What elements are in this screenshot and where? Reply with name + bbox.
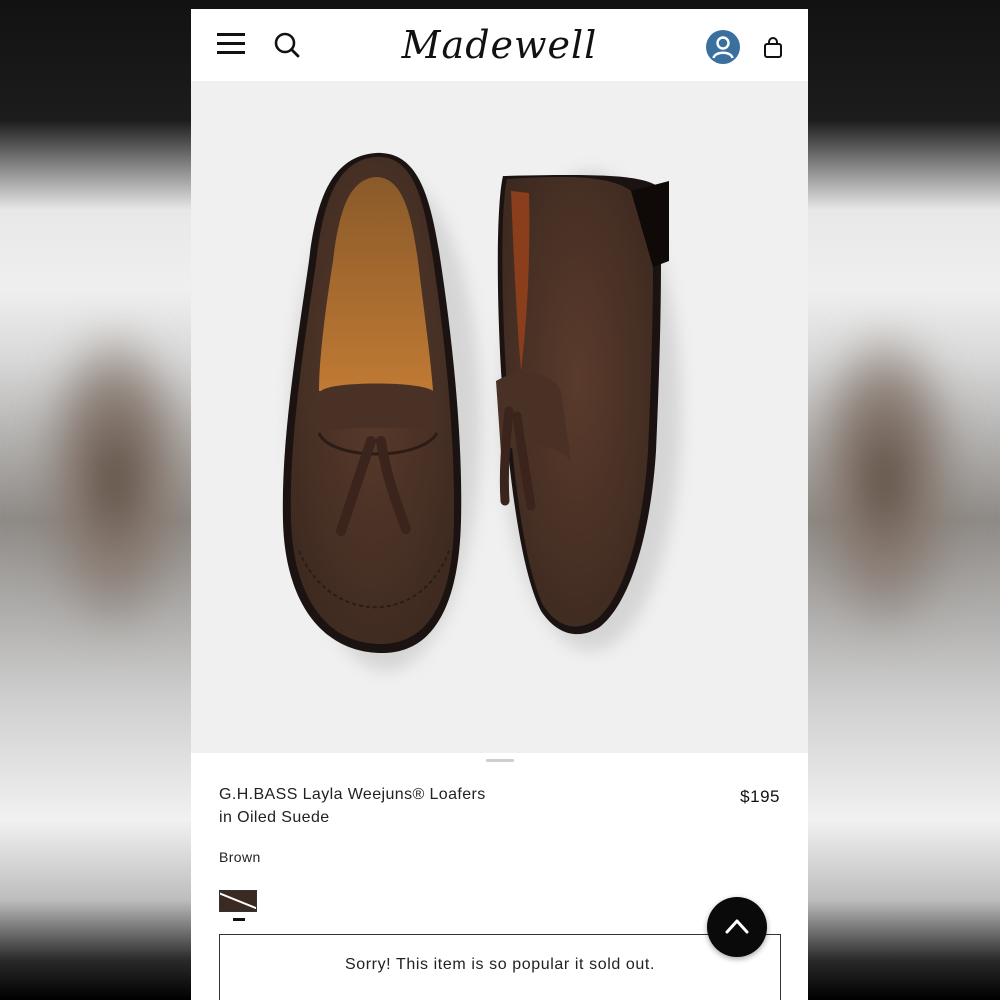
account-icon[interactable] bbox=[705, 29, 741, 65]
product-title-line-1: G.H.BASS Layla Weejuns® Loafers bbox=[219, 786, 486, 803]
scroll-to-top-button[interactable] bbox=[707, 897, 767, 957]
top-navigation-bar: Madewell bbox=[191, 9, 808, 81]
product-title-line-2: in Oiled Suede bbox=[219, 809, 330, 826]
product-price: $195 bbox=[740, 787, 780, 806]
loafers-product-image[interactable] bbox=[191, 81, 808, 753]
color-label: Brown bbox=[219, 849, 261, 865]
chevron-up-icon bbox=[725, 919, 749, 934]
search-icon[interactable] bbox=[273, 31, 301, 59]
product-title: G.H.BASS Layla Weejuns® Loafers in Oiled… bbox=[219, 783, 519, 829]
selected-swatch-indicator bbox=[233, 918, 245, 921]
hamburger-menu-icon[interactable] bbox=[217, 31, 247, 57]
mobile-page: Madewell G.H.BASS Layla Weejuns® Loafers… bbox=[191, 9, 808, 1000]
shopping-bag-icon[interactable] bbox=[763, 37, 783, 59]
sold-out-message: Sorry! This item is so popular it sold o… bbox=[219, 934, 781, 1000]
madewell-logo[interactable]: Madewell bbox=[391, 21, 608, 69]
carousel-indicator[interactable] bbox=[486, 759, 514, 762]
backdrop-blur-right bbox=[810, 330, 960, 630]
backdrop-blur-left bbox=[40, 330, 190, 630]
color-swatch-brown[interactable] bbox=[219, 890, 257, 912]
